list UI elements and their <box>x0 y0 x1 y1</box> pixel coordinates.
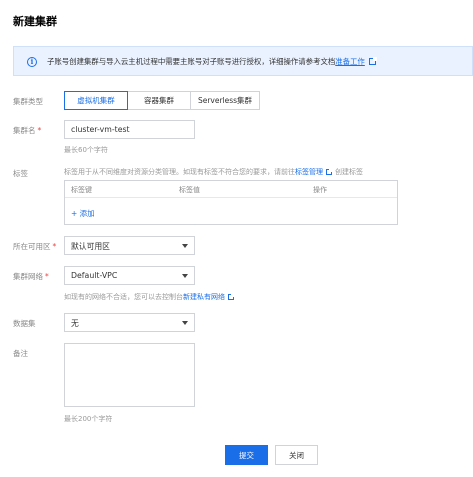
remark-label: 备注 <box>13 349 28 358</box>
network-hint-prefix: 如现有的网络不合适，您可以去控制台 <box>64 293 183 301</box>
tag-table-header: 标签键 标签值 操作 <box>65 181 397 198</box>
cluster-name-label-text: 集群名 <box>13 126 36 135</box>
tag-action-column-header: 操作 <box>313 186 327 194</box>
cluster-name-input[interactable]: cluster-vm-test <box>64 120 195 139</box>
page-title: 新建集群 <box>13 15 57 28</box>
external-link-icon[interactable] <box>368 57 377 65</box>
info-banner-text: 子账号创建集群与导入云主机过程中需要主账号对子账号进行授权，详细操作请参考文档准… <box>47 56 377 67</box>
zone-select[interactable]: 默认可用区 <box>64 236 195 255</box>
network-label: 集群网络 * <box>13 271 49 282</box>
cluster-type-vm-button[interactable]: 虚拟机集群 <box>64 91 128 110</box>
external-link-icon[interactable] <box>326 168 333 175</box>
submit-button[interactable]: 提交 <box>225 445 268 465</box>
tag-key-column-header: 标签键 <box>71 186 92 194</box>
dataset-select[interactable]: 无 <box>64 313 195 332</box>
network-label-text: 集群网络 <box>13 272 43 281</box>
network-select-value: Default-VPC <box>71 271 118 280</box>
required-mark: * <box>45 272 49 281</box>
caret-down-icon <box>182 244 188 248</box>
caret-down-icon <box>182 321 188 325</box>
tags-hint: 标签用于从不同维度对资源分类管理。如现有标签不符合您的要求，请前往标签管理 创建标… <box>64 167 363 177</box>
cluster-name-hint: 最长60个字符 <box>64 146 108 154</box>
required-mark: * <box>52 242 57 251</box>
info-icon: i <box>27 57 37 67</box>
zone-label: 所在可用区 * <box>13 241 56 252</box>
dataset-select-value: 无 <box>71 319 79 328</box>
network-select[interactable]: Default-VPC <box>64 266 195 285</box>
cluster-type-serverless-button[interactable]: Serverless集群 <box>190 91 260 110</box>
create-vpc-link[interactable]: 新建私有网络 <box>183 293 225 301</box>
network-hint: 如现有的网络不合适，您可以去控制台新建私有网络 <box>64 292 235 302</box>
caret-down-icon <box>182 274 188 278</box>
prep-work-link[interactable]: 准备工作 <box>335 57 365 66</box>
tags-label: 标签 <box>13 169 28 178</box>
cluster-name-label: 集群名 * <box>13 125 41 136</box>
remark-textarea[interactable] <box>64 343 195 407</box>
cluster-type-container-button[interactable]: 容器集群 <box>127 91 191 110</box>
tag-management-link[interactable]: 标签管理 <box>295 168 323 176</box>
required-mark: * <box>37 126 42 135</box>
cluster-type-selector: 虚拟机集群 容器集群 Serverless集群 <box>64 91 260 110</box>
info-banner-message: 子账号创建集群与导入云主机过程中需要主账号对子账号进行授权，详细操作请参考文档 <box>47 57 336 66</box>
add-tag-button[interactable]: + 添加 <box>71 208 95 219</box>
tags-hint-prefix: 标签用于从不同维度对资源分类管理。如现有标签不符合您的要求，请前往 <box>64 168 295 176</box>
close-button[interactable]: 关闭 <box>275 445 318 465</box>
tag-table: 标签键 标签值 操作 + 添加 <box>64 180 398 225</box>
dataset-label: 数据集 <box>13 319 36 328</box>
external-link-icon[interactable] <box>228 293 235 300</box>
remark-hint: 最长200个字符 <box>64 415 113 423</box>
info-banner: i 子账号创建集群与导入云主机过程中需要主账号对子账号进行授权，详细操作请参考文… <box>13 46 473 76</box>
tags-hint-suffix: 创建标签 <box>335 168 363 176</box>
zone-select-value: 默认可用区 <box>71 242 110 251</box>
tag-value-column-header: 标签值 <box>179 186 200 194</box>
cluster-type-label: 集群类型 <box>13 97 43 106</box>
zone-label-text: 所在可用区 <box>13 242 51 251</box>
